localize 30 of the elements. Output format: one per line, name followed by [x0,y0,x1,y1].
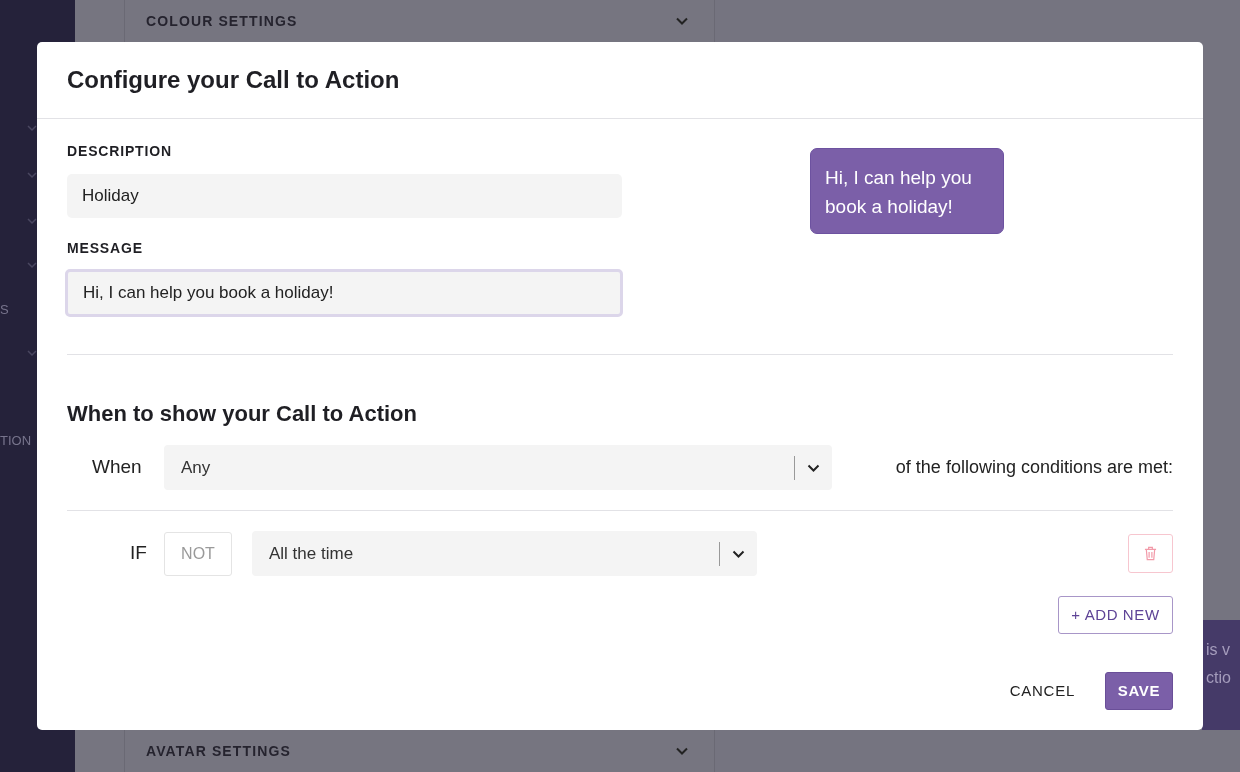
chevron-down-icon [676,17,688,25]
dialog-title: Configure your Call to Action [67,65,400,95]
side-note-text: ctio [1205,668,1232,688]
text-field[interactable]: Holiday [67,174,622,218]
chevron-down-icon [27,172,37,179]
trash-icon [1144,546,1157,561]
chevron-down-icon [27,125,37,132]
add-new-button[interactable]: + ADD NEW [1058,596,1173,634]
when-label: When [91,455,143,480]
sidebar-label: TION [0,432,32,450]
section-title: When to show your Call to Action [67,400,418,428]
cancel-button[interactable]: CANCEL [1009,679,1075,703]
conditions-text: of the following conditions are met: [895,456,1173,479]
chat-bubble: Hi, I can help you book a holiday! [810,148,1004,234]
save-button[interactable]: SAVE [1105,672,1173,710]
side-note-text: is v [1205,640,1231,660]
text-field[interactable]: Hi, I can help you book a holiday! [65,269,623,317]
chevron-down-icon [807,463,820,472]
delete-button[interactable] [1128,534,1173,573]
field-label: MESSAGE [67,239,144,258]
chevron-down-icon [732,549,745,558]
condition-select[interactable]: All the time [252,531,757,576]
condition-label: IF [129,541,148,566]
field-label: DESCRIPTION [67,142,173,161]
match-select[interactable]: Any [164,445,832,490]
chevron-down-icon [27,218,37,225]
chevron-down-icon [27,350,37,357]
chevron-down-icon [27,262,37,269]
chevron-down-icon [676,747,688,755]
sidebar-label: S [0,301,9,319]
